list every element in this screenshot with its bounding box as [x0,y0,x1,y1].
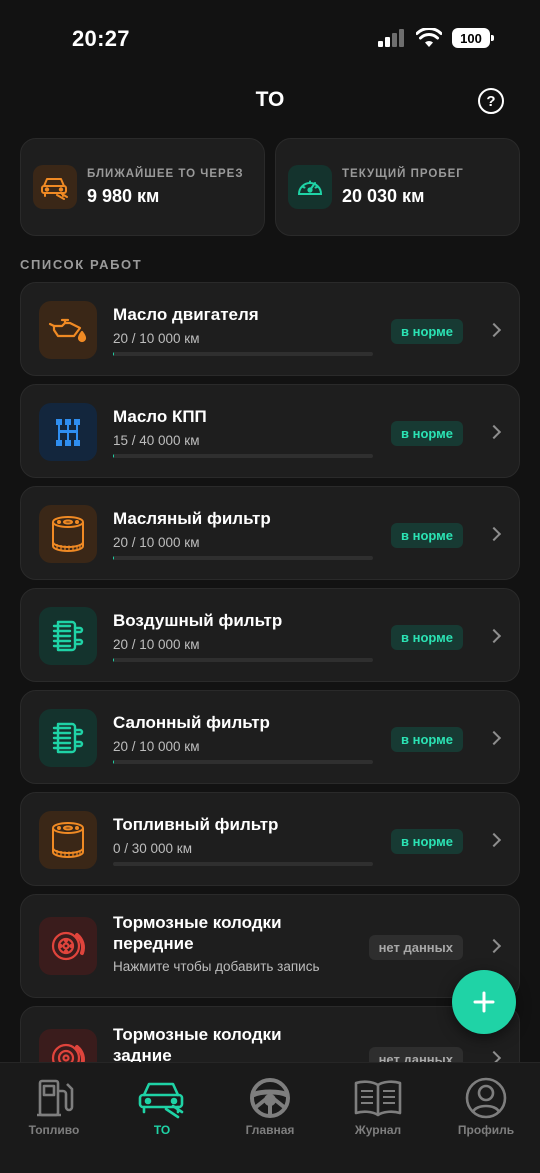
chevron-right-icon [486,832,502,848]
work-name: Воздушный фильтр [113,611,283,630]
header: ТО ? [0,80,540,120]
tab-profile[interactable]: Профиль [432,1077,540,1137]
work-progress [113,658,373,662]
work-name: Масло двигателя [113,305,259,324]
summary-cards: БЛИЖАЙШЕЕ ТО ЧЕРЕЗ 9 980 км ТЕКУЩИЙ ПРОБ… [20,138,520,236]
signal-icon [378,29,404,47]
next-service-value: 9 980 км [87,185,160,206]
work-item-front-brake-pads[interactable]: Тормозные колодки передние Нажмите чтобы… [20,894,520,998]
mileage-caption: ТЕКУЩИЙ ПРОБЕГ [342,167,464,180]
status-badge: в норме [390,829,463,854]
tab-label: Топливо [28,1123,80,1137]
gearbox-icon [39,403,97,461]
status-badge: в норме [390,625,463,650]
work-mileage: 20 / 10 000 км [113,739,200,754]
tab-label: Профиль [457,1123,515,1137]
work-name: Тормозные колодки задние [113,1024,282,1066]
mileage-value: 20 030 км [342,185,425,206]
work-progress [113,760,373,764]
work-mileage: 20 / 10 000 км [113,331,200,346]
bottom-tab-bar: Топливо ТО Главная Журнал Профиль [0,1062,540,1173]
status-icons: 100 [378,28,494,48]
chevron-right-icon [486,424,502,440]
oil-filter-icon [39,505,97,563]
chevron-right-icon [486,628,502,644]
chevron-right-icon [486,322,502,338]
work-name: Масляный фильтр [113,509,271,528]
work-item-cabin-filter[interactable]: Салонный фильтр 20 / 10 000 км в норме [20,690,520,784]
work-name: Масло КПП [113,407,207,426]
work-name-line1: Тормозные колодки [113,1025,282,1044]
mileage-card: ТЕКУЩИЙ ПРОБЕГ 20 030 км [275,138,520,236]
car-service-icon [33,165,77,209]
status-badge: нет данных [368,935,463,960]
chevron-right-icon [486,526,502,542]
work-item-fuel-filter[interactable]: Топливный фильтр 0 / 30 000 км в норме [20,792,520,886]
work-progress [113,454,373,458]
tab-home[interactable]: Главная [216,1077,324,1137]
next-service-card: БЛИЖАЙШЕЕ ТО ЧЕРЕЗ 9 980 км [20,138,265,236]
tab-service[interactable]: ТО [108,1077,216,1137]
battery-indicator: 100 [452,28,494,48]
work-item-air-filter[interactable]: Воздушный фильтр 20 / 10 000 км в норме [20,588,520,682]
chevron-right-icon [486,730,502,746]
work-mileage: 20 / 10 000 км [113,637,200,652]
tab-fuel[interactable]: Топливо [0,1077,108,1137]
engine-oil-icon [39,301,97,359]
steering-wheel-icon [250,1078,290,1118]
plus-icon [473,991,495,1013]
work-name: Салонный фильтр [113,713,270,732]
work-mileage: 0 / 30 000 км [113,841,192,856]
book-icon [354,1080,402,1117]
work-item-oil-filter[interactable]: Масляный фильтр 20 / 10 000 км в норме [20,486,520,580]
work-name-line2: передние [113,934,194,953]
work-hint: Нажмите чтобы добавить запись [113,959,320,974]
help-button[interactable]: ? [478,88,504,114]
add-record-button[interactable] [452,970,516,1034]
next-service-caption: БЛИЖАЙШЕЕ ТО ЧЕРЕЗ [87,167,244,180]
tab-label: Журнал [354,1123,402,1137]
status-badge: в норме [390,523,463,548]
work-item-engine-oil[interactable]: Масло двигателя 20 / 10 000 км в норме [20,282,520,376]
speedometer-icon [288,165,332,209]
work-name-line1: Тормозные колодки [113,913,282,932]
work-mileage: 15 / 40 000 км [113,433,200,448]
section-title: СПИСОК РАБОТ [20,257,143,272]
brake-disc-icon [39,917,97,975]
work-progress [113,352,373,356]
work-item-gearbox-oil[interactable]: Масло КПП 15 / 40 000 км в норме [20,384,520,478]
page-title: ТО [255,88,285,111]
profile-icon [465,1077,507,1119]
status-bar: 20:27 100 [0,0,540,80]
work-progress [113,862,373,866]
work-name: Тормозные колодки передние [113,912,282,954]
status-badge: в норме [390,319,463,344]
work-mileage: 20 / 10 000 км [113,535,200,550]
tab-journal[interactable]: Журнал [324,1077,432,1137]
air-filter-icon [39,607,97,665]
status-time: 20:27 [72,26,130,51]
fuel-filter-icon [39,811,97,869]
chevron-right-icon [486,938,502,954]
work-progress [113,556,373,560]
fuel-pump-icon [37,1079,74,1117]
status-badge: в норме [390,727,463,752]
tab-label: Главная [245,1123,295,1137]
tab-label: ТО [153,1123,171,1137]
work-name: Топливный фильтр [113,815,279,834]
wifi-icon [416,28,442,47]
cabin-filter-icon [39,709,97,767]
status-badge: в норме [390,421,463,446]
car-service-icon [138,1082,184,1119]
